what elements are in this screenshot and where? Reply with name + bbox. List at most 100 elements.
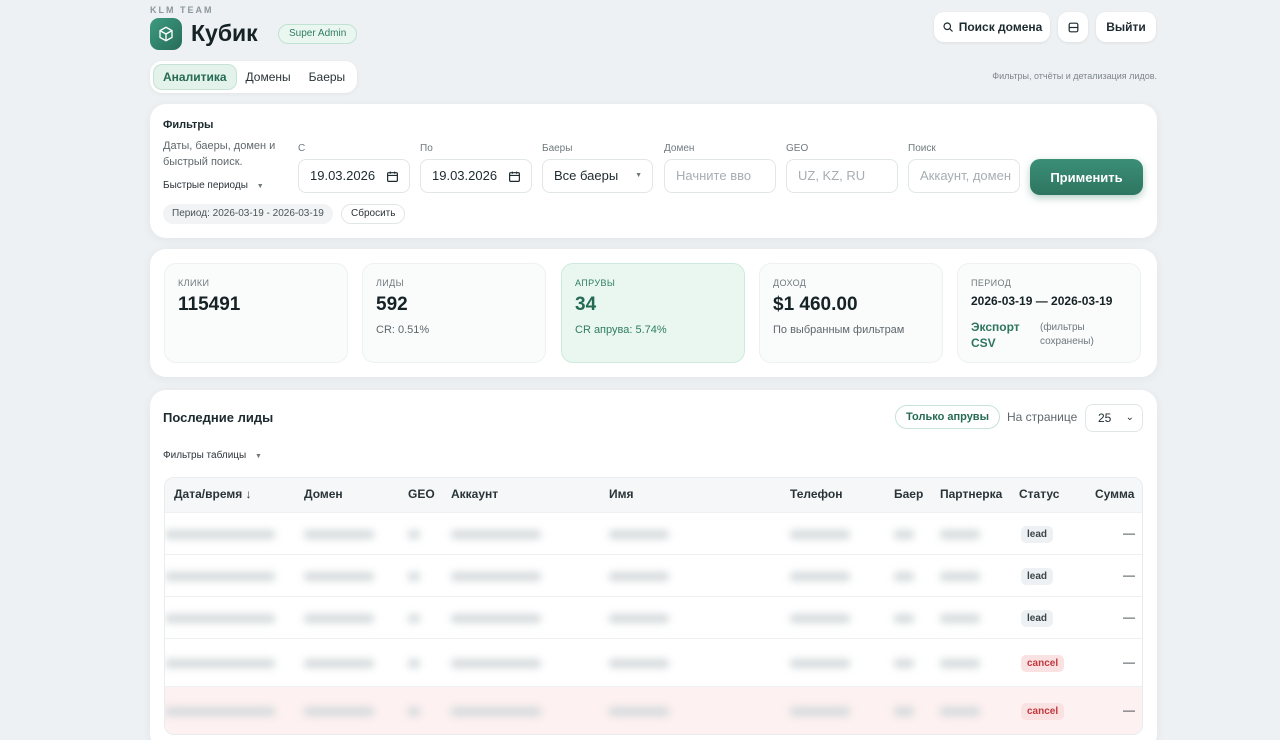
period-chip: Период: 2026-03-19 - 2026-03-19 [163, 204, 333, 224]
geo-label: GEO [786, 143, 809, 154]
redacted-cell [408, 659, 420, 668]
redacted-cell [165, 707, 275, 716]
stat-leads-cr: CR: 0.51% [376, 324, 430, 336]
sum-cell: — [1123, 703, 1135, 717]
per-page-select[interactable]: 25 ⌄ [1085, 404, 1143, 432]
redacted-cell [790, 530, 850, 539]
calendar-icon[interactable] [508, 170, 521, 183]
redacted-cell [451, 572, 541, 581]
sum-cell: — [1123, 526, 1135, 540]
reset-button[interactable]: Сбросить [341, 204, 406, 224]
redacted-cell [790, 659, 850, 668]
date-to-value: 19.03.2026 [432, 168, 498, 183]
table-row[interactable]: lead — [165, 554, 1142, 596]
col-partner: Партнерка [940, 487, 1003, 501]
apply-button[interactable]: Применить [1030, 159, 1143, 195]
per-page-label: На странице [1007, 410, 1078, 424]
stat-income-value: $1 460.00 [773, 294, 858, 315]
status-badge: lead [1021, 568, 1054, 585]
logout-label: Выйти [1106, 20, 1146, 34]
calendar-icon[interactable] [386, 170, 399, 183]
chevron-down-icon: ⌄ [1125, 412, 1134, 423]
redacted-cell [609, 572, 669, 581]
table-filters-dropdown[interactable]: Фильтры таблицы ▼ [163, 450, 262, 461]
redacted-cell [304, 572, 374, 581]
sum-cell: — [1123, 610, 1135, 624]
stat-approves-value: 34 [575, 294, 597, 315]
redacted-cell [790, 707, 850, 716]
redacted-cell [940, 614, 980, 623]
table-row[interactable]: lead — [165, 512, 1142, 554]
table-row[interactable]: cancel — [165, 686, 1142, 734]
stat-clicks-value: 115491 [178, 294, 241, 315]
table-body: lead — lead — lead — cancel — cancel — [165, 512, 1142, 734]
redacted-cell [609, 659, 669, 668]
search-domain-button[interactable]: Поиск домена [934, 12, 1050, 42]
redacted-cell [940, 707, 980, 716]
filters-description: Даты, баеры, домен и быстрый поиск. [163, 140, 276, 168]
redacted-cell [451, 659, 541, 668]
table-row[interactable]: cancel — [165, 638, 1142, 686]
redacted-cell [609, 614, 669, 623]
stat-period-value: 2026-03-19 — 2026-03-19 [971, 294, 1113, 308]
date-from-input[interactable]: 19.03.2026 [298, 159, 410, 193]
stat-income: ДОХОД $1 460.00 По выбранным фильтрам [759, 263, 943, 363]
layout-icon [1068, 22, 1078, 32]
stat-period: ПЕРИОД 2026-03-19 — 2026-03-19 Экспорт C… [957, 263, 1141, 363]
role-badge: Super Admin [278, 24, 358, 44]
redacted-cell [165, 659, 275, 668]
filters-saved-note: (фильтры сохранены) [1040, 322, 1094, 347]
col-buyer: Баер [894, 487, 924, 501]
only-approves-toggle[interactable]: Только апрувы [895, 405, 1000, 429]
export-csv-link[interactable]: Экспорт CSV [971, 319, 1031, 351]
tab-analytics[interactable]: Аналитика [153, 64, 237, 90]
cube-logo-icon [150, 18, 182, 50]
page-subtitle: Фильтры, отчёты и детализация лидов. [992, 71, 1157, 81]
domain-input[interactable]: Начните вво [664, 159, 776, 193]
from-label: С [298, 143, 306, 154]
stat-leads: ЛИДЫ 592 CR: 0.51% [362, 263, 546, 363]
date-from-value: 19.03.2026 [310, 168, 376, 183]
tab-buyers[interactable]: Баеры [300, 64, 355, 90]
date-to-input[interactable]: 19.03.2026 [420, 159, 532, 193]
stat-period-label: ПЕРИОД [971, 278, 1012, 288]
quick-periods-dropdown[interactable]: Быстрые периоды ▼ [163, 180, 264, 191]
tab-domains[interactable]: Домены [237, 64, 300, 90]
status-badge: lead [1021, 610, 1054, 627]
leads-title: Последние лиды [163, 410, 274, 425]
redacted-cell [304, 659, 374, 668]
stat-income-sub: По выбранным фильтрам [773, 324, 905, 336]
redacted-cell [451, 530, 541, 539]
buyers-select[interactable]: Все баеры ▼ [542, 159, 653, 193]
buyers-label: Баеры [542, 143, 573, 154]
col-domain: Домен [304, 487, 343, 501]
search-icon [943, 22, 953, 32]
col-datetime[interactable]: Дата/время ↓ [174, 487, 252, 501]
redacted-cell [609, 530, 669, 539]
redacted-cell [408, 707, 420, 716]
app-title: Кубик [191, 20, 258, 46]
caret-down-icon: ▼ [256, 183, 264, 190]
search-input[interactable]: Аккаунт, домен [908, 159, 1020, 193]
redacted-cell [304, 707, 374, 716]
status-badge: lead [1021, 526, 1054, 543]
status-badge: cancel [1021, 703, 1065, 720]
stat-leads-value: 592 [376, 294, 408, 315]
layout-toggle-button[interactable] [1058, 12, 1088, 42]
redacted-cell [165, 614, 275, 623]
stat-clicks-label: КЛИКИ [178, 278, 210, 288]
redacted-cell [304, 614, 374, 623]
search-domain-label: Поиск домена [958, 20, 1043, 34]
col-sum: Сумма [1095, 487, 1135, 501]
filters-card: Фильтры Даты, баеры, домен и быстрый пои… [150, 104, 1157, 238]
redacted-cell [894, 572, 914, 581]
caret-down-icon: ▼ [254, 453, 262, 460]
redacted-cell [304, 530, 374, 539]
filters-title: Фильтры [163, 119, 214, 131]
table-row[interactable]: lead — [165, 596, 1142, 638]
stat-leads-label: ЛИДЫ [376, 278, 405, 288]
logout-button[interactable]: Выйти [1096, 12, 1156, 42]
leads-card: Последние лиды Фильтры таблицы ▼ Только … [150, 390, 1157, 740]
redacted-cell [408, 614, 420, 623]
geo-input[interactable]: UZ, KZ, RU [786, 159, 898, 193]
